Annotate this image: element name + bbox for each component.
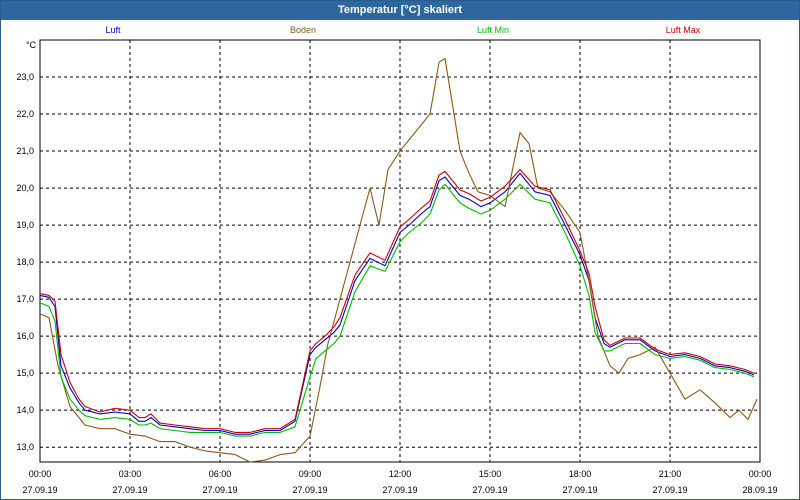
legend-item-luft: Luft — [105, 25, 121, 35]
series-line-boden — [39, 57, 758, 463]
x-tick-time: 03:00 — [119, 469, 142, 479]
y-tick-label: 21,0 — [16, 146, 34, 156]
y-tick-label: 18,0 — [16, 257, 34, 267]
x-tick-date: 27.09.19 — [652, 485, 687, 495]
y-axis: 13,0 14,0 15,0 16,0 17,0 18,0 19,0 20,0 21,0 22,0… — [16, 72, 34, 452]
legend-item-boden: Boden — [290, 25, 316, 35]
x-tick-time: 18:00 — [569, 469, 592, 479]
y-tick-label: 14,0 — [16, 405, 34, 415]
x-tick-date: 27.09.19 — [202, 485, 237, 495]
x-tick-date: 27.09.19 — [22, 485, 57, 495]
y-tick-label: 17,0 — [16, 294, 34, 304]
x-tick-time: 06:00 — [209, 469, 232, 479]
y-tick-label: 19,0 — [16, 220, 34, 230]
legend: Luft Boden Luft Min Luft Max — [105, 25, 700, 35]
series-lines — [39, 57, 758, 463]
y-tick-label: 15,0 — [16, 368, 34, 378]
x-tick-time: 12:00 — [389, 469, 412, 479]
y-tick-label: 22,0 — [16, 109, 34, 119]
x-tick-date: 27.09.19 — [472, 485, 507, 495]
x-tick-date: 28.09.19 — [742, 485, 777, 495]
x-tick-time: 21:00 — [659, 469, 682, 479]
temperature-chart: Luft Boden Luft Min Luft Max 13,0 14,0 15,0 16… — [16, 25, 777, 495]
x-tick-time: 09:00 — [299, 469, 322, 479]
legend-item-luft-min: Luft Min — [477, 25, 509, 35]
legend-item-luft-max: Luft Max — [666, 25, 701, 35]
grid — [40, 40, 760, 462]
y-axis-label: °C — [26, 40, 37, 50]
x-tick-date: 27.09.19 — [562, 485, 597, 495]
series-line-luft — [39, 172, 755, 435]
x-tick-date: 27.09.19 — [292, 485, 327, 495]
x-tick-time: 00:00 — [29, 469, 52, 479]
series-line-luft-max — [39, 169, 755, 433]
series-line-luft-min — [39, 183, 755, 437]
y-tick-label: 20,0 — [16, 183, 34, 193]
x-tick-time: 15:00 — [479, 469, 502, 479]
y-tick-label: 13,0 — [16, 442, 34, 452]
x-tick-date: 27.09.19 — [382, 485, 417, 495]
x-axis: 00:00 27.09.19 03:00 27.09.19 06:00 27.09.19 0… — [22, 469, 777, 495]
x-tick-date: 27.09.19 — [112, 485, 147, 495]
y-tick-label: 23,0 — [16, 72, 34, 82]
x-tick-time: 00:00 — [749, 469, 772, 479]
y-tick-label: 16,0 — [16, 331, 34, 341]
